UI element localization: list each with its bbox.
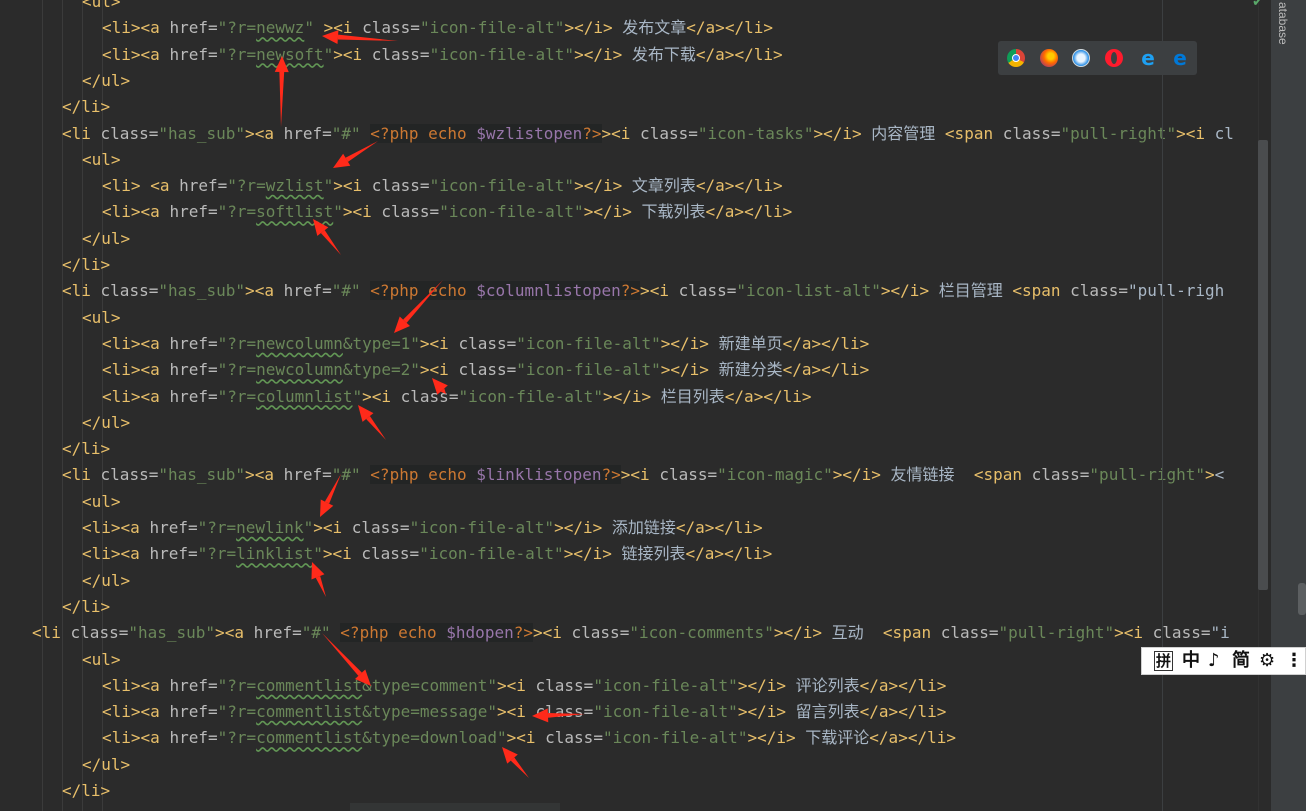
code-line[interactable]: </ul> [82, 568, 130, 594]
code-line[interactable]: </li> [62, 436, 110, 462]
safari-icon[interactable] [1072, 49, 1090, 67]
ime-item[interactable]: ⋮ [1285, 650, 1303, 672]
code-line[interactable]: <li><a href="?r=commentlist&type=downloa… [102, 725, 956, 751]
code-segment: <li><a href="?r=newwz" ><i class="icon-f… [102, 18, 773, 38]
code-line[interactable]: <li><a href="?r=newlink"><i class="icon-… [82, 515, 763, 541]
code-line[interactable]: </ul> [82, 410, 130, 436]
sidebar-tab-handle[interactable] [1298, 583, 1306, 615]
code-segment: <li><a href="?r=linklist"><i class="icon… [82, 544, 773, 564]
browser-preview-bar: e e [998, 41, 1197, 75]
code-line[interactable]: </li> [62, 594, 110, 620]
code-segment: <ul> [82, 307, 121, 327]
code-segment: </ul> [82, 70, 131, 90]
code-segment: <li><a href="?r=newcolumn&type=1"><i cla… [102, 333, 870, 353]
code-segment: ><i class="icon-list-alt"></i> 栏目管理 <spa… [640, 281, 1225, 301]
code-segment: <li><a href="?r=softlist"><i class="icon… [102, 202, 793, 222]
code-segment: <li><a href="?r=commentlist&type=message… [102, 702, 947, 722]
code-line[interactable]: <li><a href="?r=commentlist&type=comment… [102, 673, 946, 699]
code-line[interactable]: <li class="has_sub"><a href="#" <?php ec… [62, 462, 1224, 488]
code-line[interactable]: <ul> [82, 0, 121, 15]
editor-scrollbar-thumb[interactable] [1258, 140, 1268, 590]
code-segment: <li><a href="?r=commentlist&type=downloa… [102, 728, 956, 748]
database-tab-label[interactable]: atabase [1272, 2, 1290, 62]
code-segment: <ul> [82, 149, 121, 169]
code-segment: <ul> [82, 491, 121, 511]
edge-icon[interactable]: e [1170, 48, 1190, 68]
code-line[interactable]: <li><a href="?r=newcolumn&type=2"><i cla… [102, 357, 869, 383]
code-segment: <li><a href="?r=newcolumn&type=2"><i cla… [102, 360, 870, 380]
opera-icon[interactable] [1105, 49, 1123, 67]
code-segment: </ul> [82, 570, 131, 590]
code-segment: <li class="has_sub"><a href="#" [32, 623, 331, 643]
code-line[interactable]: </ul> [82, 752, 130, 778]
code-segment: <ul> [82, 649, 121, 669]
php-echo-segment: <?php echo $columnlistopen?> [370, 281, 641, 301]
code-segment: </li> [62, 439, 111, 459]
code-line[interactable]: </ul> [82, 226, 130, 252]
code-segment: </li> [62, 596, 111, 616]
code-line[interactable]: </ul> [82, 68, 130, 94]
code-line[interactable]: <ul> [82, 305, 121, 331]
code-segment: <li><a href="?r=newlink"><i class="icon-… [82, 518, 763, 537]
code-segment: <li><a href="?r=commentlist&type=comment… [102, 675, 947, 695]
code-segment: </ul> [82, 754, 131, 774]
code-line[interactable]: </li> [62, 778, 110, 804]
indent-guide [42, 0, 43, 811]
ime-item[interactable]: ⚙ [1259, 650, 1275, 672]
ime-item[interactable]: 中 [1182, 650, 1200, 672]
code-segment: </ul> [82, 412, 131, 432]
code-segment: <li><a href="?r=columnlist"><i class="ic… [102, 386, 812, 406]
right-margin-guide [1162, 0, 1163, 811]
code-segment: <li> <a href="?r=wzlist"><i class="icon-… [102, 176, 783, 196]
code-segment: <li class="has_sub"><a href="#" [62, 281, 361, 301]
code-segment: </li> [62, 255, 111, 274]
code-segment: <ul> [82, 0, 121, 11]
code-line[interactable]: <li><a href="?r=newcolumn&type=1"><i cla… [102, 331, 869, 357]
code-segment: ><i class="icon-comments"></i> 互动 <span … [532, 623, 1230, 643]
php-echo-segment: <?php echo $linklistopen?> [370, 465, 621, 485]
code-line[interactable]: <li><a href="?r=commentlist&type=message… [102, 699, 946, 725]
ie-icon[interactable]: e [1138, 48, 1158, 68]
ime-item[interactable]: 简 [1232, 650, 1250, 672]
ime-toolbar[interactable]: 拼中 ♪ 简 ⚙ ⋮ [1141, 647, 1306, 675]
code-line[interactable]: <ul> [82, 147, 121, 173]
code-line[interactable]: <li> <a href="?r=wzlist"><i class="icon-… [102, 173, 783, 199]
code-segment: </ul> [82, 228, 131, 248]
code-line[interactable]: </li> [62, 252, 110, 278]
code-line[interactable]: <li><a href="?r=newsoft"><i class="icon-… [102, 42, 783, 68]
chrome-icon[interactable] [1007, 49, 1025, 67]
firefox-icon[interactable] [1040, 49, 1058, 67]
code-line[interactable]: <li class="has_sub"><a href="#" <?php ec… [32, 620, 1230, 646]
database-tool-window-stripe[interactable] [1270, 0, 1306, 811]
code-line[interactable]: <ul> [82, 489, 121, 515]
bottom-tab-strip [350, 803, 560, 811]
code-segment: <li><a href="?r=newsoft"><i class="icon-… [102, 44, 783, 64]
code-segment: ><i class="icon-tasks"></i> 内容管理 <span c… [601, 123, 1234, 143]
code-line[interactable]: <ul> [82, 647, 121, 673]
code-segment: ><i class="icon-magic"></i> 友情链接 <span c… [620, 465, 1225, 485]
code-segment: </li> [62, 97, 111, 117]
code-line[interactable]: <li><a href="?r=softlist"><i class="icon… [102, 199, 792, 225]
code-editor[interactable]: <ul> <li><a href="?r=newwz" ><i class="ic… [0, 0, 1270, 811]
php-echo-segment: <?php echo $hdopen?> [340, 623, 533, 643]
code-segment: <li class="has_sub"><a href="#" [62, 465, 361, 485]
code-line[interactable]: <li><a href="?r=linklist"><i class="icon… [82, 541, 772, 567]
code-line[interactable]: <li class="has_sub"><a href="#" <?php ec… [62, 278, 1224, 304]
code-line[interactable]: <li><a href="?r=columnlist"><i class="ic… [102, 384, 812, 410]
code-line[interactable]: <li class="has_sub"><a href="#" <?php ec… [62, 121, 1234, 147]
code-line[interactable]: </li> [62, 94, 110, 120]
code-segment: <li class="has_sub"><a href="#" [62, 123, 361, 143]
ime-item[interactable]: 拼 [1154, 651, 1174, 671]
inspection-ok-icon: ✔ [1252, 0, 1264, 10]
code-line[interactable]: <li><a href="?r=newwz" ><i class="icon-f… [102, 15, 773, 41]
ime-item[interactable]: ♪ [1208, 650, 1220, 672]
code-segment: </li> [62, 781, 111, 800]
php-echo-segment: <?php echo $wzlistopen?> [370, 123, 602, 143]
